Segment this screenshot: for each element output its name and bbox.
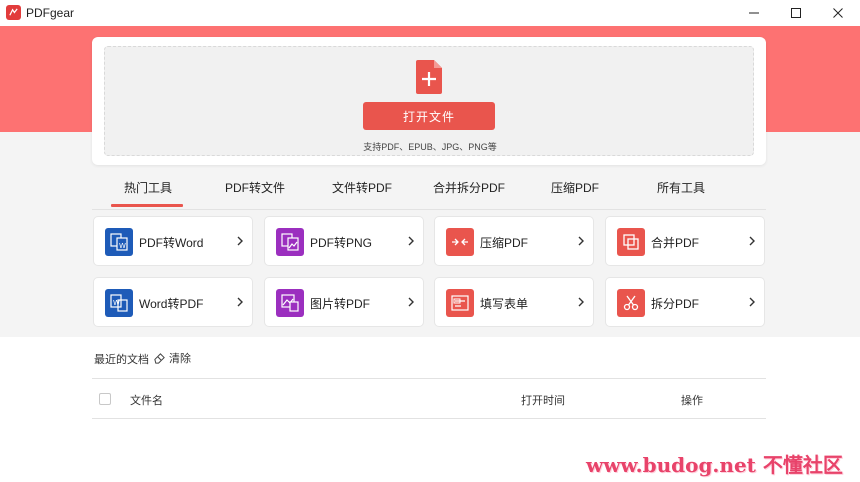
tab-merge-split-pdf[interactable]: 合并拆分PDF	[433, 179, 505, 196]
word-to-pdf-icon: W	[105, 289, 133, 317]
title-bar: PDFgear	[0, 0, 860, 26]
tool-card-pdf-to-word[interactable]: W PDF转Word	[93, 216, 253, 266]
app-title: PDFgear	[26, 6, 75, 20]
tool-label: 压缩PDF	[480, 236, 529, 250]
tool-tabs: 热门工具 PDF转文件 文件转PDF 合并拆分PDF 压缩PDF 所有工具	[92, 172, 766, 210]
chevron-right-icon	[237, 297, 243, 307]
tool-label: 图片转PDF	[310, 297, 371, 311]
pdfgear-logo-icon	[6, 5, 21, 20]
chevron-right-icon	[749, 236, 755, 246]
tab-all-tools[interactable]: 所有工具	[657, 179, 705, 196]
close-icon	[833, 8, 843, 18]
chevron-right-icon	[578, 297, 584, 307]
tool-card-fill-form[interactable]: 填写表单	[434, 277, 594, 327]
image-to-pdf-icon	[276, 289, 304, 317]
clear-recent-button[interactable]: 清除	[153, 350, 191, 366]
svg-text:W: W	[119, 242, 126, 250]
tool-label: 拆分PDF	[651, 297, 700, 311]
split-icon	[617, 289, 645, 317]
column-file-name[interactable]: 文件名	[130, 392, 163, 408]
tab-file-to-pdf[interactable]: 文件转PDF	[332, 179, 392, 196]
tool-card-merge-pdf[interactable]: 合并PDF	[605, 216, 765, 266]
tab-compress-pdf[interactable]: 压缩PDF	[551, 179, 599, 196]
tool-card-split-pdf[interactable]: 拆分PDF	[605, 277, 765, 327]
chevron-right-icon	[578, 236, 584, 246]
maximize-button[interactable]	[775, 0, 817, 26]
chevron-right-icon	[237, 236, 243, 246]
active-tab-indicator	[111, 204, 183, 207]
chevron-right-icon	[408, 236, 414, 246]
tool-card-pdf-to-png[interactable]: PDF转PNG	[264, 216, 424, 266]
tool-label: 合并PDF	[651, 236, 700, 250]
supported-formats-hint: 支持PDF、EPUB、JPG、PNG等	[363, 142, 497, 152]
recent-documents-title: 最近的文档	[94, 354, 149, 366]
column-actions: 操作	[681, 395, 703, 407]
file-plus-icon	[416, 60, 442, 94]
compress-icon	[446, 228, 474, 256]
site-watermark: www.budog.net 不懂社区	[586, 453, 843, 477]
tool-label: PDF转Word	[139, 236, 204, 250]
tool-label: Word转PDF	[139, 297, 204, 311]
tool-label: 填写表单	[480, 297, 529, 311]
pdf-to-word-icon: W	[105, 228, 133, 256]
tool-card-word-to-pdf[interactable]: W Word转PDF	[93, 277, 253, 327]
chevron-right-icon	[408, 297, 414, 307]
open-file-button[interactable]: 打开文件	[363, 102, 495, 130]
eraser-icon	[154, 352, 165, 364]
tool-label: PDF转PNG	[310, 236, 373, 250]
recent-table-header: 文件名 打开时间 操作	[92, 378, 766, 419]
close-button[interactable]	[817, 0, 859, 26]
tab-popular-tools[interactable]: 热门工具	[124, 179, 172, 196]
tab-pdf-to-file[interactable]: PDF转文件	[225, 179, 285, 196]
maximize-icon	[791, 8, 801, 18]
upload-card: 打开文件 支持PDF、EPUB、JPG、PNG等	[92, 37, 766, 165]
clear-label: 清除	[169, 353, 191, 365]
pdf-to-png-icon	[276, 228, 304, 256]
tool-card-image-to-pdf[interactable]: 图片转PDF	[264, 277, 424, 327]
file-drop-zone[interactable]: 打开文件 支持PDF、EPUB、JPG、PNG等	[104, 46, 754, 156]
tool-card-compress-pdf[interactable]: 压缩PDF	[434, 216, 594, 266]
fill-form-icon	[446, 289, 474, 317]
minimize-icon	[749, 12, 759, 14]
select-all-checkbox[interactable]	[99, 393, 111, 405]
column-open-time[interactable]: 打开时间	[521, 392, 565, 408]
chevron-right-icon	[749, 297, 755, 307]
minimize-button[interactable]	[733, 0, 775, 26]
merge-icon	[617, 228, 645, 256]
